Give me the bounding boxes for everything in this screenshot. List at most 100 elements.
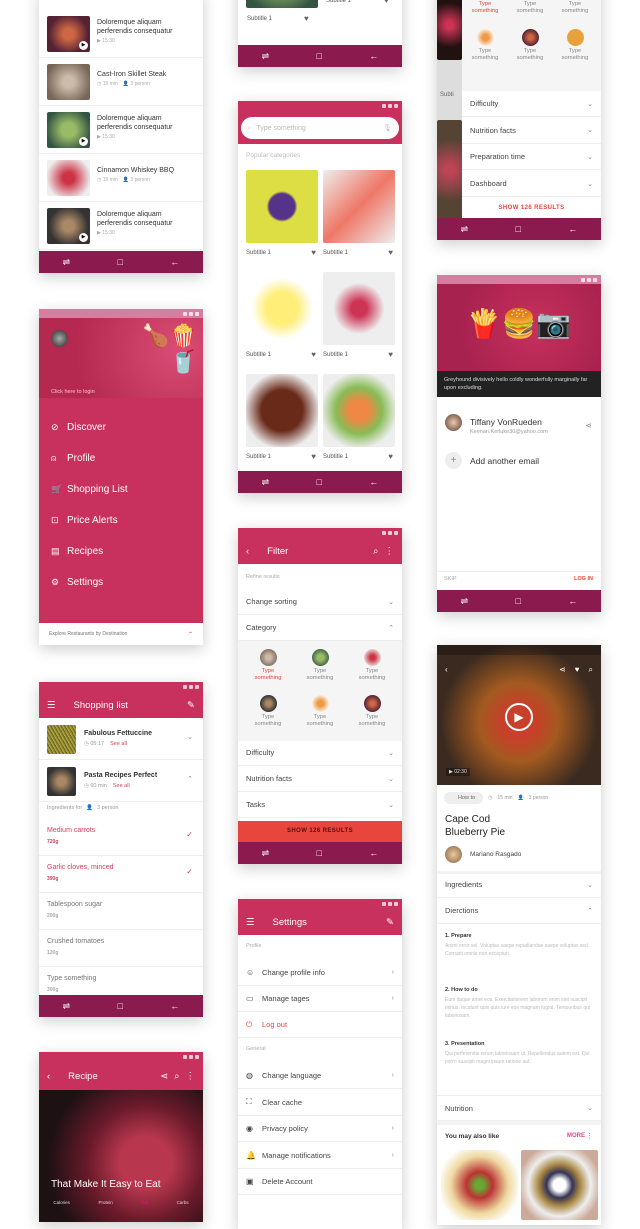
ingredient-row[interactable]: Crushed tomatoes 120g: [39, 930, 203, 967]
search-input[interactable]: Type something: [256, 125, 377, 132]
show-results-button[interactable]: SHOW 126 RESULTS: [238, 821, 402, 842]
chevron-up-icon[interactable]: ⌃: [187, 775, 193, 783]
drawer-item-price-alerts[interactable]: ⊡ Price Alerts: [51, 515, 118, 526]
recent-apps-icon[interactable]: ⇌: [262, 51, 270, 62]
category-card[interactable]: Subtitle 1 ♥: [323, 170, 395, 262]
heart-icon[interactable]: ♥: [388, 248, 393, 257]
edit-icon[interactable]: ✎: [386, 917, 394, 928]
menu-icon[interactable]: ☰: [246, 917, 255, 928]
settings-item-privacy[interactable]: ◉ Privacy policy ›: [238, 1116, 402, 1142]
microphone-icon[interactable]: 🎙: [383, 124, 392, 132]
avatar[interactable]: [51, 330, 68, 347]
more-icon[interactable]: ⋮: [586, 1132, 593, 1140]
back-chevron-icon[interactable]: ‹: [47, 1071, 50, 1082]
nutrition-section[interactable]: Nutrition ⌄: [437, 1095, 601, 1121]
category-option[interactable]: Type something: [552, 0, 598, 15]
drawer-item-discover[interactable]: ⊘ Discover: [51, 422, 106, 433]
add-icon[interactable]: +: [445, 452, 462, 469]
settings-item-bell[interactable]: 🔔 Manage notifications ›: [238, 1143, 402, 1169]
menu-icon[interactable]: ☰: [47, 700, 56, 711]
recent-apps-icon[interactable]: ⇌: [262, 477, 270, 488]
drawer-item-settings[interactable]: ⚙ Settings: [51, 577, 103, 588]
settings-item-delete[interactable]: ▣ Delete Account: [238, 1169, 402, 1195]
category-option[interactable]: Type something: [507, 0, 553, 15]
skip-button[interactable]: SKIP: [444, 576, 457, 582]
category-option[interactable]: Type something: [242, 695, 294, 728]
share-icon[interactable]: ⋖: [160, 1071, 168, 1082]
video-hero[interactable]: ‹ ⋖ ♥ ⌕ ▶ ▶ 02:30: [437, 645, 601, 785]
filter-category[interactable]: Category ⌃: [238, 615, 402, 641]
recent-apps-icon[interactable]: ⇌: [63, 257, 71, 268]
drawer-item-shopping-list[interactable]: 🛒 Shopping List: [51, 484, 128, 495]
home-icon[interactable]: □: [317, 848, 322, 858]
settings-item-globe[interactable]: ◍ Change language ›: [238, 1063, 402, 1089]
home-icon[interactable]: □: [317, 51, 322, 61]
filter-change-sorting[interactable]: Change sorting ⌄: [238, 589, 402, 615]
checkmark-icon[interactable]: ✓: [186, 867, 193, 876]
search-icon[interactable]: ⌕: [174, 1071, 179, 1082]
ingredients-section[interactable]: Ingredients ⌄: [437, 872, 601, 898]
recent-apps-icon[interactable]: ⇌: [63, 1001, 71, 1012]
chevron-up-icon[interactable]: ⌃: [188, 631, 193, 638]
see-all-link[interactable]: See all: [110, 741, 127, 747]
edit-icon[interactable]: ✎: [187, 700, 195, 711]
category-option[interactable]: Type something: [507, 29, 553, 62]
checkmark-icon[interactable]: ✓: [186, 830, 193, 839]
chevron-down-icon[interactable]: ⌄: [187, 733, 193, 741]
recent-apps-icon[interactable]: ⇌: [262, 848, 270, 859]
category-card[interactable]: Subtitle 1 ♥: [246, 170, 318, 262]
show-results-button[interactable]: SHOW 126 RESULTS: [462, 198, 601, 218]
heart-icon[interactable]: ♥: [311, 452, 316, 461]
share-icon[interactable]: ⋖: [559, 665, 566, 675]
heart-icon[interactable]: ♥: [311, 248, 316, 257]
ingredient-row[interactable]: Medium carrots 720g ✓: [39, 819, 203, 856]
more-icon[interactable]: ⋮: [186, 1071, 196, 1082]
filter-section[interactable]: Preparation time ⌄: [462, 144, 601, 171]
back-icon[interactable]: ←: [170, 257, 179, 267]
heart-icon[interactable]: ♥: [304, 14, 309, 23]
search-bar[interactable]: ‹ Type something 🎙: [241, 117, 399, 139]
ingredient-row[interactable]: Tablespoon sugar 200g: [39, 893, 203, 930]
drawer-item-recipes[interactable]: ▤ Recipes: [51, 546, 103, 557]
category-option[interactable]: Type something: [346, 649, 398, 682]
home-icon[interactable]: □: [118, 1001, 123, 1011]
category-card[interactable]: Subtitle 1 ♥: [323, 272, 395, 364]
shopping-recipe[interactable]: Fabulous Fettuccine ◷ 05:17 See all ⌄: [39, 720, 203, 760]
play-icon[interactable]: ▶: [79, 41, 88, 50]
filter-section[interactable]: Nutrition facts ⌄: [238, 766, 402, 792]
back-icon[interactable]: ←: [369, 848, 378, 858]
see-all-link[interactable]: See all: [113, 783, 130, 789]
recent-apps-icon[interactable]: ⇌: [461, 596, 469, 607]
back-chevron-icon[interactable]: ‹: [445, 665, 550, 675]
more-icon[interactable]: ⋮: [385, 546, 395, 557]
back-chevron-icon[interactable]: ‹: [248, 125, 250, 132]
list-item[interactable]: ▶ Doloremque aliquam perferendis consequa…: [39, 10, 203, 58]
home-icon[interactable]: □: [516, 224, 521, 234]
category-option[interactable]: Type something: [242, 649, 294, 682]
drawer-footer[interactable]: Explore Restaurants by Destination ⌃: [39, 623, 203, 645]
play-icon[interactable]: ▶: [79, 137, 88, 146]
settings-item-power[interactable]: ⏻ Log out: [238, 1012, 402, 1038]
back-icon[interactable]: ←: [170, 1001, 179, 1011]
back-chevron-icon[interactable]: ‹: [246, 546, 249, 557]
heart-icon[interactable]: ♥: [388, 350, 393, 359]
list-item[interactable]: Cinnamon Whiskey BBQ ◷ 15 min 👤 3 person: [39, 154, 203, 202]
filter-section[interactable]: Dashboard ⌄: [462, 171, 601, 198]
category-card[interactable]: Subtitle 1 ♥: [246, 272, 318, 364]
more-link[interactable]: MORE: [567, 1133, 585, 1139]
author-avatar[interactable]: [445, 846, 462, 863]
back-icon[interactable]: ←: [369, 477, 378, 487]
recent-apps-icon[interactable]: ⇌: [461, 224, 469, 235]
login-link[interactable]: Click here to login: [51, 389, 95, 395]
list-item[interactable]: Cast-Iron Skillet Steak ◷ 15 min 👤 3 perso…: [39, 58, 203, 106]
category-option[interactable]: Type something: [294, 649, 346, 682]
play-icon[interactable]: ▶: [79, 233, 88, 242]
home-icon[interactable]: □: [317, 477, 322, 487]
category-option[interactable]: Type something: [462, 0, 508, 15]
search-icon[interactable]: ⌕: [589, 665, 593, 675]
avatar[interactable]: [445, 414, 462, 431]
heart-icon[interactable]: ♥: [388, 452, 393, 461]
ingredient-row[interactable]: Garlic cloves, minced 390g ✓: [39, 856, 203, 893]
directions-section[interactable]: Dierctions ⌃: [437, 898, 601, 924]
search-icon[interactable]: ⌕: [373, 546, 378, 557]
